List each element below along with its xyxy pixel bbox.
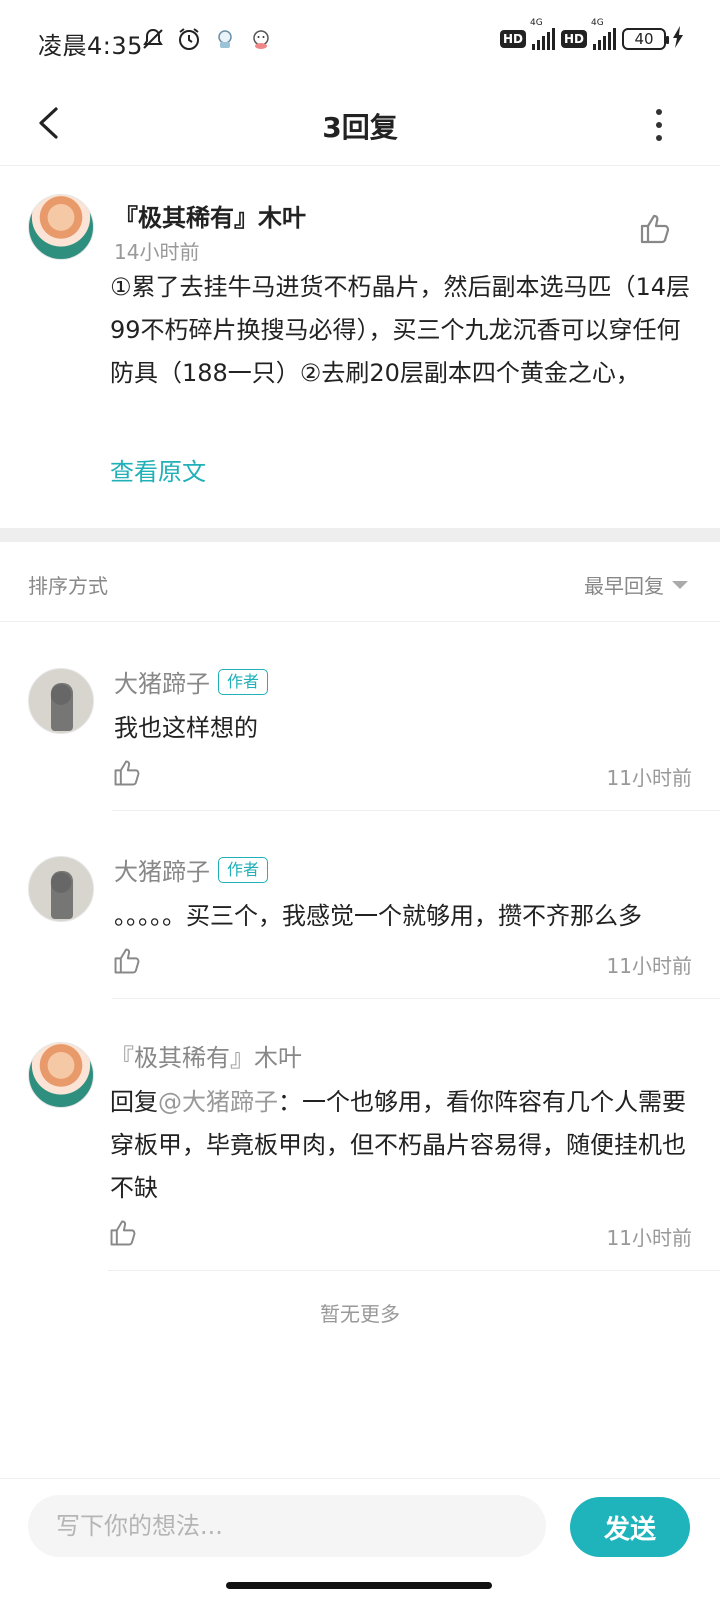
comment-author[interactable]: 『极其稀有』木叶: [114, 198, 306, 233]
app-notification-icon: [212, 26, 238, 52]
divider: [112, 998, 720, 999]
app-notification-icon: [248, 26, 274, 52]
status-bar: 凌晨4:35 HD 4G HD 4G 40: [0, 0, 720, 84]
reply-author[interactable]: 『极其稀有』木叶: [110, 1038, 302, 1073]
reply-prefix: 回复: [110, 1088, 158, 1116]
thumbs-up-icon: [114, 760, 140, 786]
comment-input[interactable]: [28, 1495, 546, 1557]
avatar[interactable]: [28, 1042, 94, 1108]
reply-author[interactable]: 大猪蹄子: [114, 664, 210, 699]
avatar[interactable]: [28, 668, 94, 734]
status-icons: [140, 26, 274, 52]
section-divider: [0, 528, 720, 542]
reply-text: 。。。。。买三个，我感觉一个就够用，攒不齐那么多: [114, 902, 642, 930]
page-title: 3回复: [322, 111, 398, 144]
author-badge: 作者: [218, 856, 269, 883]
home-indicator[interactable]: [226, 1582, 492, 1589]
like-button[interactable]: [638, 212, 672, 246]
charging-icon: [672, 26, 684, 52]
like-button[interactable]: [112, 758, 142, 788]
author-badge: 作者: [218, 668, 269, 695]
hd-badge: HD: [499, 30, 526, 48]
status-time: 凌晨4:35: [38, 32, 143, 60]
view-original-link[interactable]: 查看原文: [110, 452, 206, 487]
reply-author-row: 大猪蹄子 作者: [114, 852, 269, 887]
thumbs-up-icon: [640, 214, 670, 244]
caret-down-icon: [672, 580, 688, 589]
mention-link[interactable]: @大猪蹄子: [158, 1088, 278, 1116]
main-comment: 『极其稀有』木叶 14小时前 ①累了去挂牛马进货不朽晶片，然后副本选马匹（14层…: [0, 166, 720, 528]
no-more-text: 暂无更多: [320, 1302, 400, 1326]
thumbs-up-icon: [114, 948, 140, 974]
comment-input-bar: 发送: [0, 1478, 720, 1572]
reply-time: 11小时前: [606, 766, 692, 790]
app-header: 3回复: [0, 84, 720, 166]
thumbs-up-icon: [110, 1220, 136, 1246]
like-button[interactable]: [108, 1218, 138, 1248]
hd-badge: HD: [560, 30, 587, 48]
reply-author-row: 大猪蹄子 作者: [114, 664, 269, 699]
network-type: 4G: [591, 18, 604, 28]
sort-selected: 最早回复: [584, 574, 664, 598]
sort-label: 排序方式: [28, 574, 108, 598]
comment-text: ①累了去挂牛马进货不朽晶片，然后副本选马匹（14层99不朽碎片换搜马必得），买三…: [110, 273, 691, 387]
reply-time: 11小时前: [606, 1226, 692, 1250]
battery-icon: 40: [622, 28, 669, 50]
reply-text: 回复@大猪蹄子：一个也够用，看你阵容有几个人需要穿板甲，毕竟板甲肉，但不朽晶片容…: [110, 1081, 698, 1210]
signal-icon: 4G: [591, 18, 616, 50]
signal-icon: 4G: [530, 18, 555, 50]
reply-time: 11小时前: [606, 954, 692, 978]
avatar[interactable]: [28, 856, 94, 922]
comment-time: 14小时前: [114, 240, 200, 264]
sort-bar: 排序方式 最早回复: [0, 542, 720, 622]
alarm-icon: [176, 26, 202, 52]
divider: [112, 810, 720, 811]
avatar[interactable]: [28, 194, 94, 260]
divider: [108, 1270, 720, 1271]
reply-author[interactable]: 大猪蹄子: [114, 852, 210, 887]
like-button[interactable]: [112, 946, 142, 976]
mute-icon: [140, 26, 166, 52]
reply-author-row: 『极其稀有』木叶: [110, 1038, 302, 1073]
sort-dropdown[interactable]: 最早回复: [584, 570, 688, 599]
network-type: 4G: [529, 18, 543, 28]
more-options-button[interactable]: [644, 100, 674, 150]
status-right: HD 4G HD 4G 40: [499, 18, 684, 52]
send-button[interactable]: 发送: [570, 1497, 690, 1557]
reply-text: 我也这样想的: [114, 714, 258, 742]
